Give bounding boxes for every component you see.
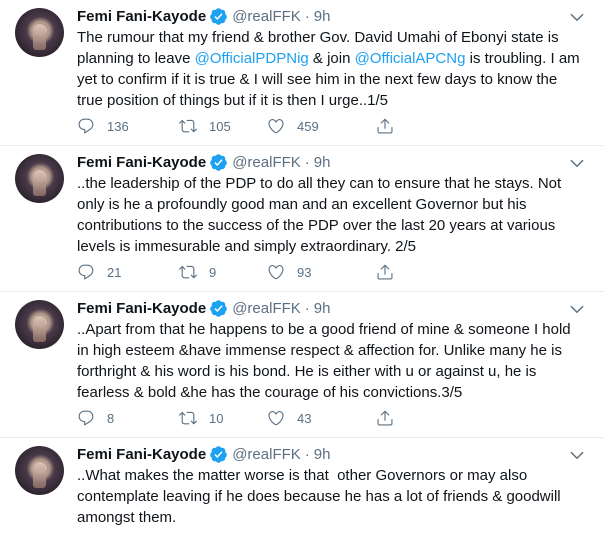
tweet-thread: Femi Fani-Kayode @realFFK · 9h The rumou… xyxy=(0,0,604,541)
tweet-text: ..What makes the matter worse is that ot… xyxy=(77,467,565,526)
tweet-4[interactable]: Femi Fani-Kayode @realFFK · 9h ..What ma… xyxy=(0,438,604,541)
author-name[interactable]: Femi Fani-Kayode xyxy=(77,446,206,463)
retweet-icon xyxy=(179,265,197,279)
mention-link-officialpdpnig[interactable]: @OfficialPDPNig xyxy=(195,50,309,67)
separator-dot: · xyxy=(304,445,310,463)
like-count: 93 xyxy=(297,264,312,280)
like-icon xyxy=(268,265,284,280)
tweet-actions: 21 9 93 xyxy=(77,261,497,283)
verified-badge-icon xyxy=(210,299,228,317)
tweet-text: ..Apart from that he happens to be a goo… xyxy=(77,321,575,401)
author-name[interactable]: Femi Fani-Kayode xyxy=(77,8,206,25)
tweet-actions: 8 10 43 xyxy=(77,407,497,429)
timestamp[interactable]: 9h xyxy=(314,154,331,171)
timestamp[interactable]: 9h xyxy=(314,446,331,463)
avatar[interactable] xyxy=(15,446,64,495)
retweet-count: 10 xyxy=(209,410,224,426)
avatar[interactable] xyxy=(15,300,64,349)
share-button[interactable] xyxy=(376,409,406,427)
author-handle[interactable]: @realFFK xyxy=(232,300,301,317)
tweet-text: The rumour that my friend & brother Gov.… xyxy=(77,27,582,111)
author-handle[interactable]: @realFFK xyxy=(232,446,301,463)
reply-button[interactable]: 8 xyxy=(77,409,179,427)
verified-badge-icon xyxy=(210,153,228,171)
more-options-icon[interactable] xyxy=(568,154,586,172)
tweet-text: ..the leadership of the PDP to do all th… xyxy=(77,175,566,255)
reply-icon xyxy=(78,264,94,280)
separator-dot: · xyxy=(304,7,310,25)
like-button[interactable]: 43 xyxy=(267,409,376,427)
retweet-button[interactable]: 105 xyxy=(179,117,267,135)
reply-count: 8 xyxy=(107,410,115,426)
verified-badge-icon xyxy=(210,445,228,463)
share-icon xyxy=(377,264,393,280)
reply-count: 136 xyxy=(107,118,129,134)
retweet-count: 105 xyxy=(209,118,231,134)
retweet-button[interactable]: 9 xyxy=(179,263,267,281)
tweet-1[interactable]: Femi Fani-Kayode @realFFK · 9h The rumou… xyxy=(0,0,604,146)
separator-dot: · xyxy=(304,153,310,171)
author-handle[interactable]: @realFFK xyxy=(232,154,301,171)
share-button[interactable] xyxy=(376,117,406,135)
tweet-header: Femi Fani-Kayode @realFFK · 9h xyxy=(77,5,330,27)
more-options-icon[interactable] xyxy=(568,300,586,318)
reply-count: 21 xyxy=(107,264,122,280)
author-handle[interactable]: @realFFK xyxy=(232,8,301,25)
mention-link-officialapcng[interactable]: @OfficialAPCNg xyxy=(355,50,466,67)
tweet-header: Femi Fani-Kayode @realFFK · 9h xyxy=(77,443,330,465)
avatar[interactable] xyxy=(15,154,64,203)
retweet-icon xyxy=(179,119,197,133)
like-count: 459 xyxy=(297,118,319,134)
more-options-icon[interactable] xyxy=(568,446,586,464)
reply-button[interactable]: 136 xyxy=(77,117,179,135)
share-icon xyxy=(377,410,393,426)
like-icon xyxy=(268,119,284,134)
more-options-icon[interactable] xyxy=(568,8,586,26)
like-button[interactable]: 93 xyxy=(267,263,376,281)
reply-icon xyxy=(78,118,94,134)
retweet-count: 9 xyxy=(209,264,217,280)
timestamp[interactable]: 9h xyxy=(314,8,331,25)
like-count: 43 xyxy=(297,410,312,426)
tweet-2[interactable]: Femi Fani-Kayode @realFFK · 9h ..the lea… xyxy=(0,146,604,292)
tweet-3[interactable]: Femi Fani-Kayode @realFFK · 9h ..Apart f… xyxy=(0,292,604,438)
retweet-button[interactable]: 10 xyxy=(179,409,267,427)
reply-icon xyxy=(78,410,94,426)
like-button[interactable]: 459 xyxy=(267,117,376,135)
reply-button[interactable]: 21 xyxy=(77,263,179,281)
tweet-actions: 136 105 459 xyxy=(77,115,497,137)
verified-badge-icon xyxy=(210,7,228,25)
author-name[interactable]: Femi Fani-Kayode xyxy=(77,154,206,171)
author-name[interactable]: Femi Fani-Kayode xyxy=(77,300,206,317)
tweet-header: Femi Fani-Kayode @realFFK · 9h xyxy=(77,151,330,173)
retweet-icon xyxy=(179,411,197,425)
timestamp[interactable]: 9h xyxy=(314,300,331,317)
text-segment: & join xyxy=(308,50,355,67)
like-icon xyxy=(268,411,284,426)
separator-dot: · xyxy=(304,299,310,317)
tweet-header: Femi Fani-Kayode @realFFK · 9h xyxy=(77,297,330,319)
share-button[interactable] xyxy=(376,263,406,281)
avatar[interactable] xyxy=(15,8,64,57)
share-icon xyxy=(377,118,393,134)
